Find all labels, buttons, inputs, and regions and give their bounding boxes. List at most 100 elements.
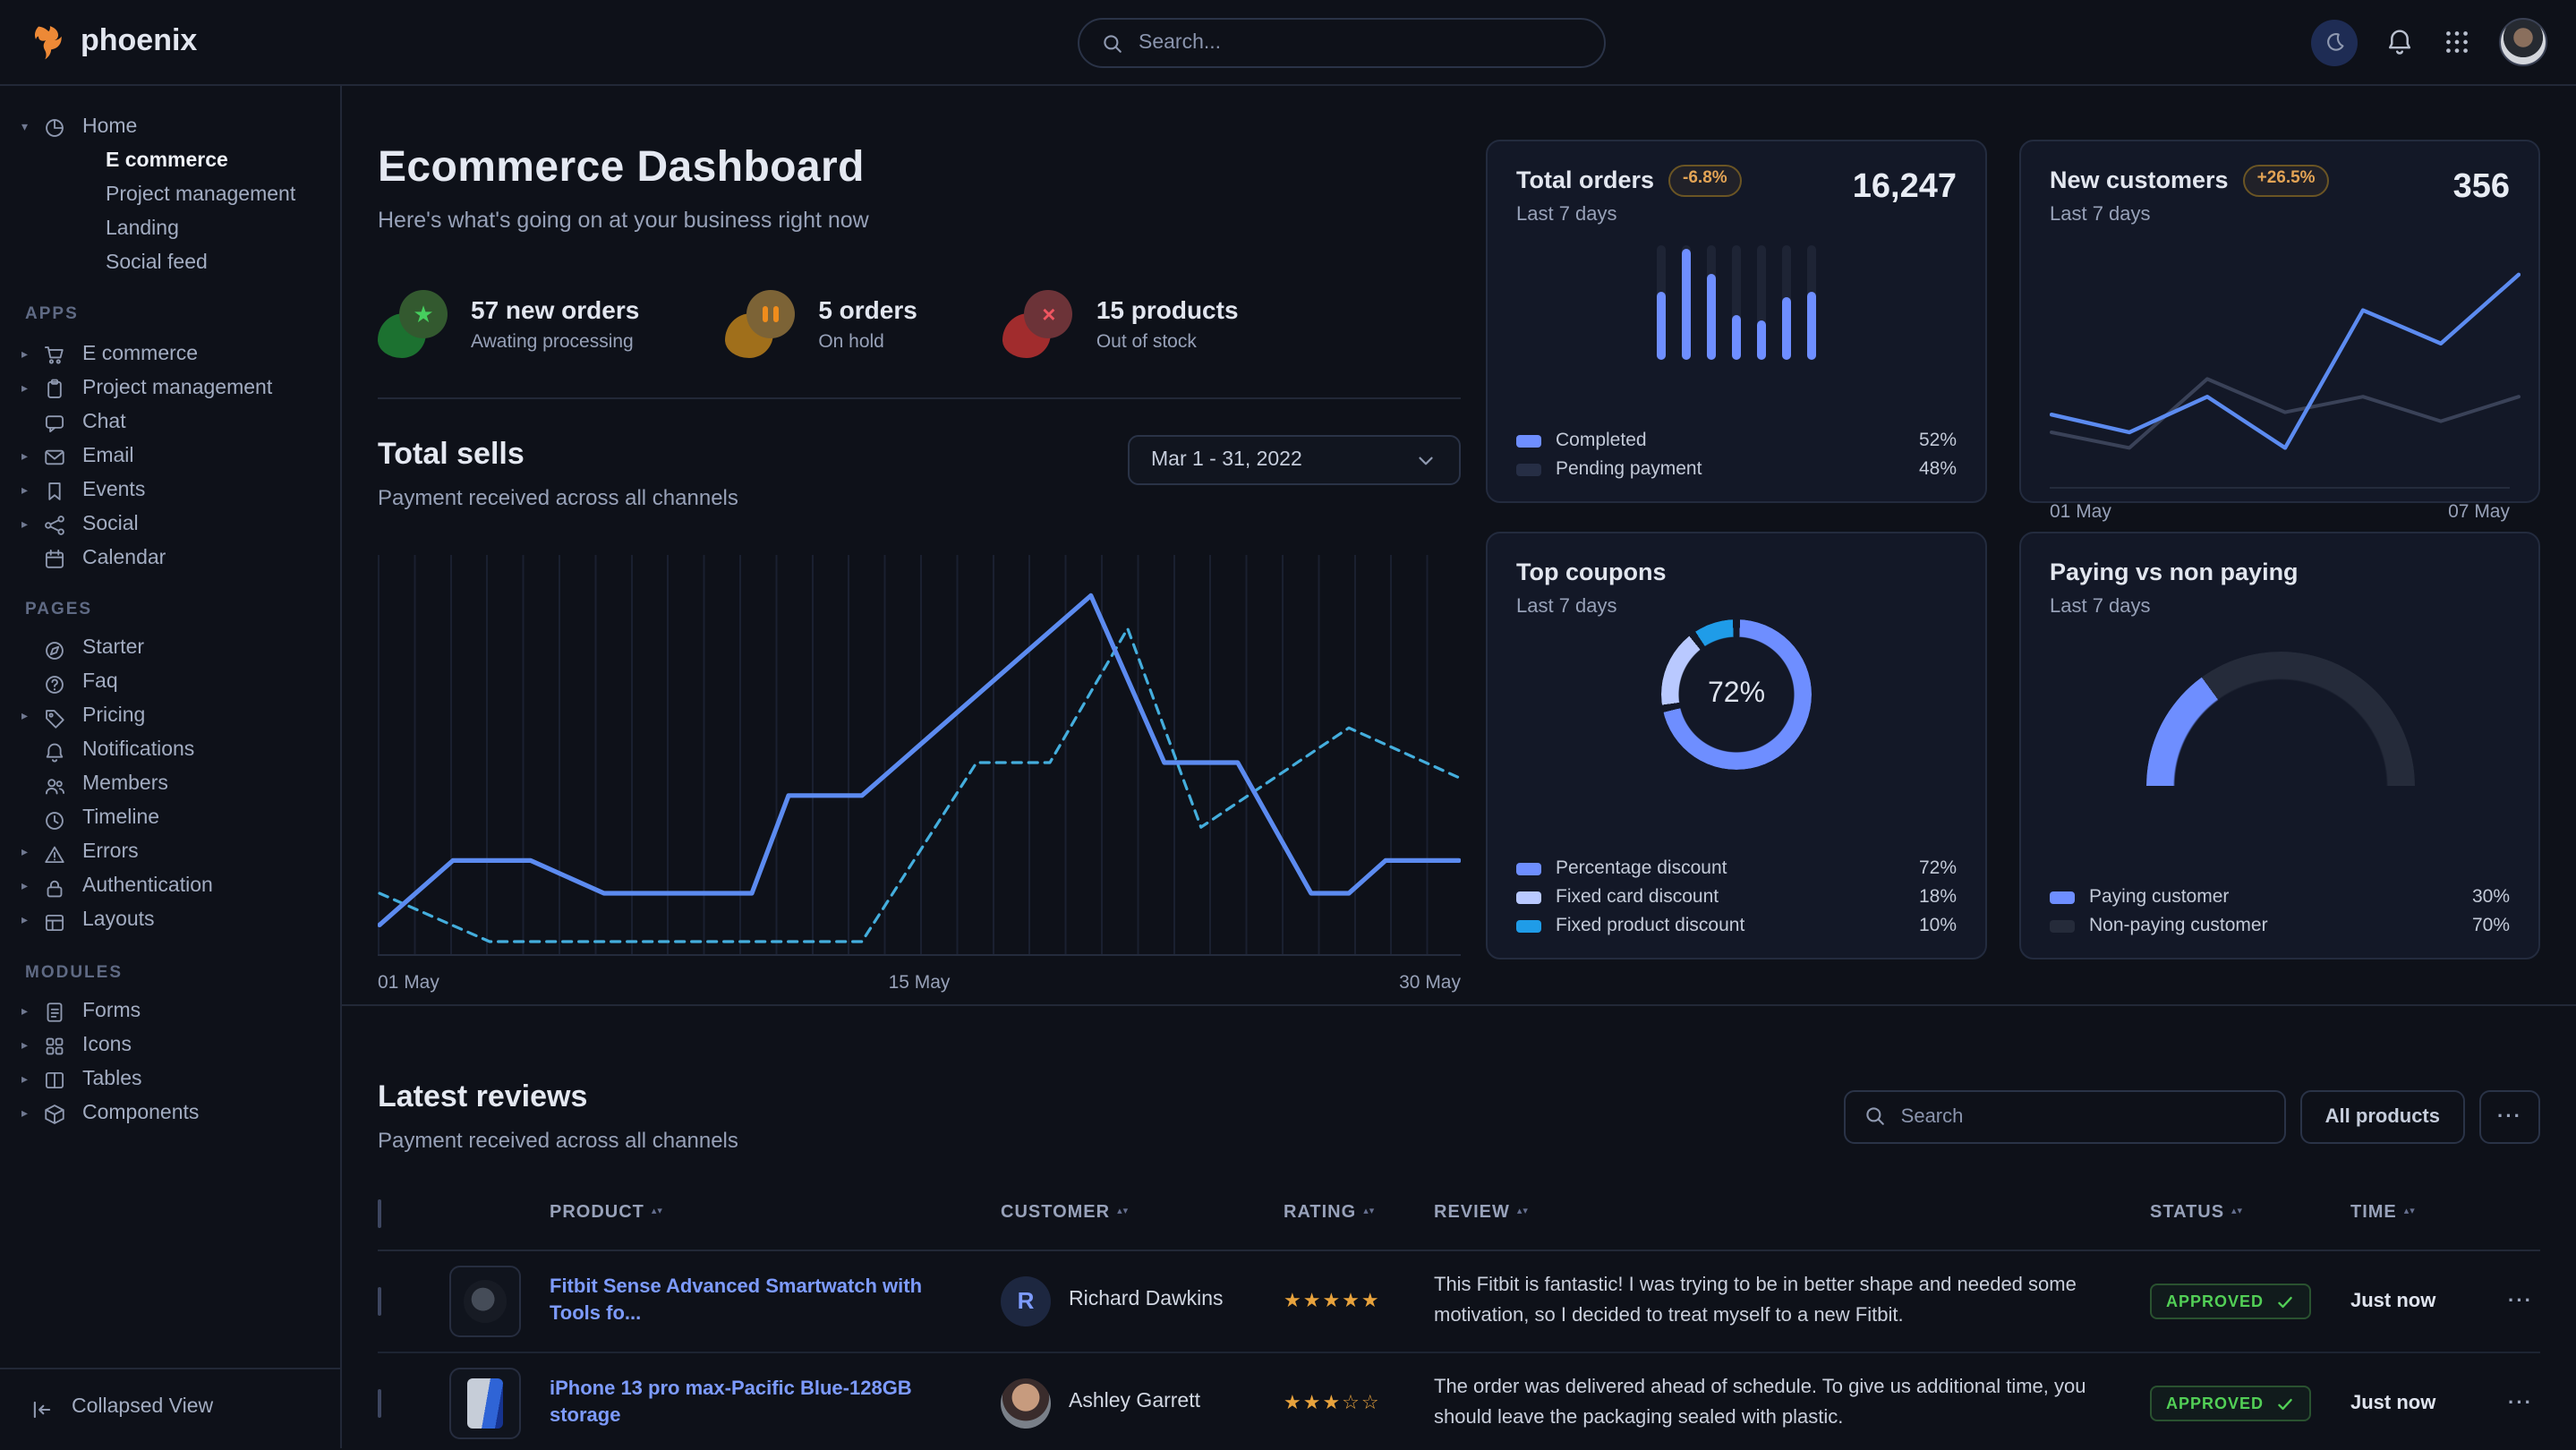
new-customers-chart [2050,252,2510,489]
new-customers-card: New customers +26.5% Last 7 days 356 01 … [2019,140,2540,503]
sidebar-item-errors[interactable]: ▸ Errors [21,837,319,871]
global-search[interactable] [1078,18,1606,68]
sidebar-item-label: Pricing [82,704,145,732]
clock-icon [43,808,66,832]
sidebar-item-home[interactable]: ▾ Home [21,111,319,145]
sidebar-item-authentication[interactable]: ▸ Authentication [21,871,319,905]
reviews-title: Latest reviews [378,1078,738,1119]
sidebar-item-email[interactable]: ▸ Email [21,440,319,474]
total-sells-title: Total sells [378,436,738,477]
caret-right-icon: ▸ [21,846,43,863]
question-circle-icon [43,672,66,695]
row-checkbox[interactable] [378,1389,381,1418]
collapsed-view-toggle[interactable]: Collapsed View [0,1368,340,1448]
stat-value: 5 orders [818,294,917,328]
column-product[interactable]: PRODUCT▴▾ [550,1201,1001,1225]
total-sells-chart[interactable] [378,556,1461,957]
sidebar-item-project-management[interactable]: ▸ Project management [21,372,319,406]
table-row: Fitbit Sense Advanced Smartwatch with To… [378,1251,2540,1353]
customer-avatar[interactable]: R [1001,1276,1051,1326]
card-title: Total orders [1516,165,1654,197]
product-thumbnail-smartwatch[interactable] [449,1266,521,1337]
row-menu-button[interactable]: ··· [2486,1390,2540,1417]
search-icon [1864,1105,1887,1128]
user-avatar[interactable] [2499,18,2547,66]
paying-vs-nonpaying-card: Paying vs non paying Last 7 days Paying … [2019,532,2540,960]
caret-right-icon: ▸ [21,482,43,499]
page-title: Ecommerce Dashboard [378,140,1461,198]
theme-toggle-button[interactable] [2311,19,2358,65]
review-time: Just now [2350,1288,2486,1315]
row-checkbox[interactable] [378,1287,381,1316]
sidebar-item-chat[interactable]: Chat [21,406,319,440]
date-range-select[interactable]: Mar 1 - 31, 2022 [1128,436,1461,486]
sidebar-item-members[interactable]: Members [21,769,319,803]
select-all-checkbox[interactable] [378,1198,381,1227]
sidebar-item-label: Project management [82,375,272,403]
customer-cell: R Richard Dawkins [1001,1276,1284,1326]
total-orders-value: 16,247 [1853,165,1957,210]
sidebar-item-label: Social feed [106,250,208,277]
sidebar-item-project-management-home[interactable]: Project management [21,179,319,213]
sidebar-item-layouts[interactable]: ▸ Layouts [21,905,319,939]
sidebar-item-notifications[interactable]: Notifications [21,735,319,769]
grid-9-icon [2442,27,2472,57]
paying-gauge-chart [2145,652,2414,788]
sidebar-item-timeline[interactable]: Timeline [21,803,319,837]
sidebar-item-icons[interactable]: ▸ Icons [21,1030,319,1064]
reviews-search-input[interactable] [1901,1105,2266,1127]
sidebar-item-ecommerce[interactable]: ▸ E commerce [21,338,319,372]
all-products-button[interactable]: All products [2300,1089,2465,1143]
review-time: Just now [2350,1390,2486,1417]
check-icon [2274,1292,2294,1311]
sidebar-item-label: Components [82,1101,199,1129]
sidebar-item-calendar[interactable]: Calendar [21,542,319,576]
product-link[interactable]: Fitbit Sense Advanced Smartwatch with To… [550,1275,1001,1328]
sidebar-item-landing[interactable]: Landing [21,213,319,247]
legend-percentage-discount: Percentage discount 72% [1516,854,1957,883]
sidebar-item-social[interactable]: ▸ Social [21,508,319,542]
sidebar-item-pricing[interactable]: ▸ Pricing [21,701,319,735]
sidebar-item-social-feed[interactable]: Social feed [21,247,319,281]
reviews-search[interactable] [1844,1089,2286,1143]
apps-menu-button[interactable] [2442,27,2472,57]
status-badge: APPROVED [2150,1386,2310,1421]
new-customers-value: 356 [2453,165,2510,210]
column-status[interactable]: STATUS▴▾ [2150,1201,2350,1225]
reviews-subtitle: Payment received across all channels [378,1126,738,1155]
orders-bar-chart [1657,245,1816,360]
reviews-more-button[interactable]: ··· [2479,1089,2540,1143]
sidebar-item-forms[interactable]: ▸ Forms [21,996,319,1030]
kpi-cards: Total orders -6.8% Last 7 days 16,247 Co… [1486,140,2540,1004]
sidebar-item-tables[interactable]: ▸ Tables [21,1064,319,1098]
on-hold-pause-icon [725,291,797,359]
change-badge: +26.5% [2243,165,2330,197]
product-link[interactable]: iPhone 13 pro max-Pacific Blue-128GB sto… [550,1378,1001,1430]
sort-icon: ▴▾ [1363,1209,1375,1217]
sidebar-item-label: Faq [82,670,118,698]
sidebar-item-ecommerce-home[interactable]: E commerce [21,145,319,179]
table-columns-icon [43,1070,66,1093]
row-menu-button[interactable]: ··· [2486,1288,2540,1315]
bookmark-icon [43,480,66,503]
pie-chart-icon [43,116,66,140]
sidebar-item-starter[interactable]: Starter [21,633,319,667]
sidebar-item-components[interactable]: ▸ Components [21,1098,319,1132]
product-thumbnail-iphone[interactable] [449,1368,521,1439]
column-customer[interactable]: CUSTOMER▴▾ [1001,1201,1284,1225]
search-icon [1101,31,1124,55]
customer-avatar[interactable] [1001,1378,1051,1429]
column-time[interactable]: TIME▴▾ [2350,1201,2486,1225]
search-input[interactable] [1139,32,1582,54]
layout-icon [43,910,66,934]
column-review[interactable]: REVIEW▴▾ [1434,1201,2150,1225]
caret-right-icon: ▸ [21,346,43,363]
column-rating[interactable]: RATING▴▾ [1284,1201,1434,1225]
sidebar-item-faq[interactable]: Faq [21,667,319,701]
sidebar-item-label: Timeline [82,806,159,834]
sidebar-item-events[interactable]: ▸ Events [21,474,319,508]
sidebar: ▾ Home E commerce Project management Lan… [0,86,342,1448]
brand-logo[interactable]: phoenix [29,21,197,63]
stat-label: Awating processing [471,329,639,354]
notifications-button[interactable] [2384,27,2415,57]
